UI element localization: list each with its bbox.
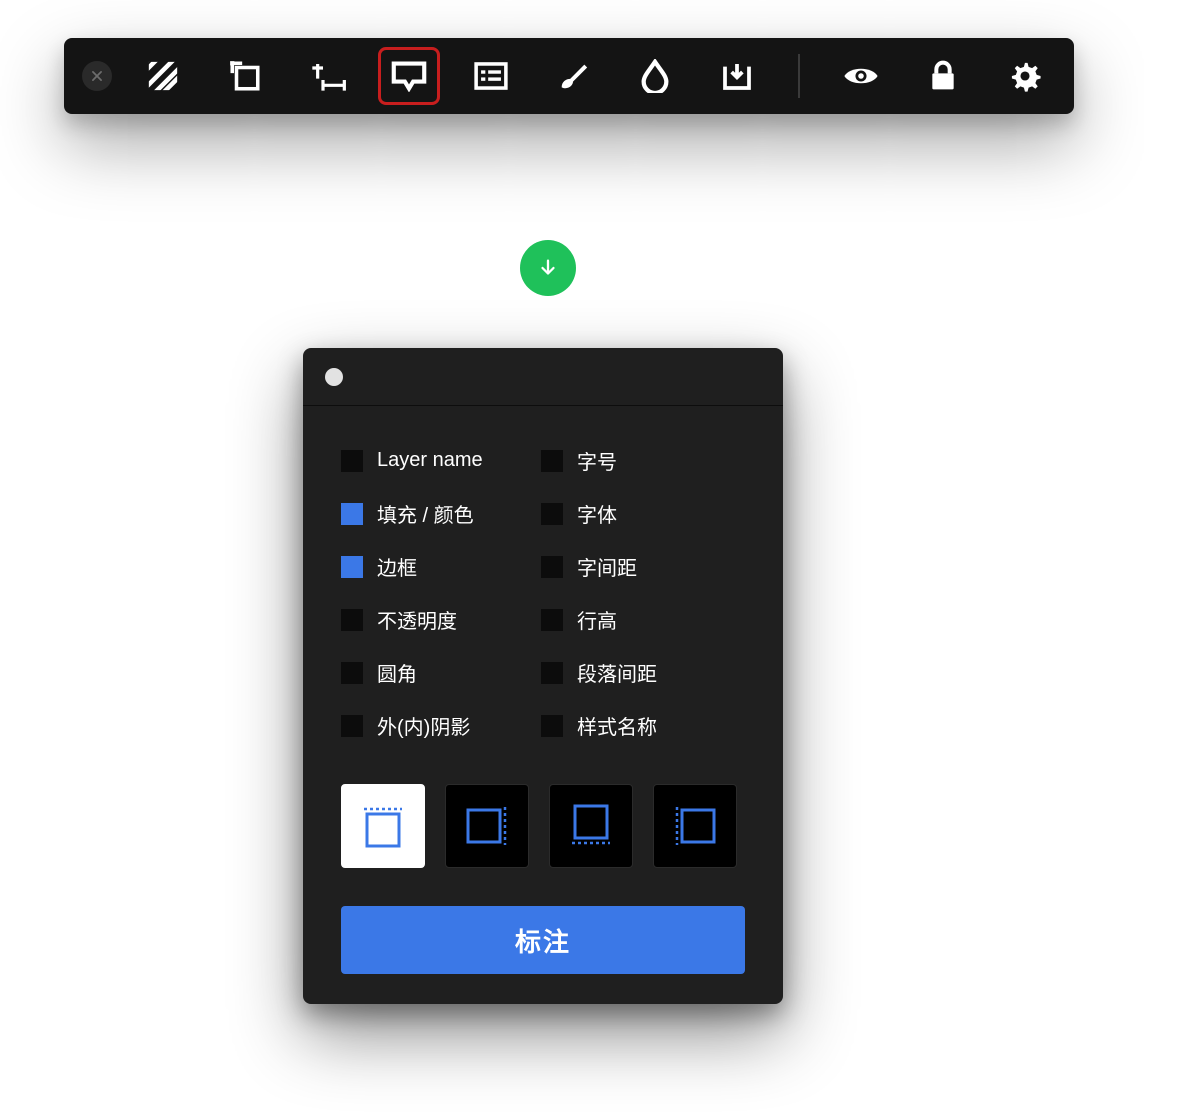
toolbar-btn-download[interactable] [706, 47, 768, 105]
option-opacity[interactable]: 不透明度 [341, 605, 541, 634]
arrow-down-icon [537, 257, 559, 279]
option-label: 字号 [577, 446, 617, 475]
toolbar-divider [798, 54, 800, 98]
toolbar-btn-measure[interactable] [296, 47, 358, 105]
checkbox[interactable] [541, 662, 563, 684]
checkbox[interactable] [341, 450, 363, 472]
option-font-size[interactable]: 字号 [541, 446, 741, 475]
mode-left[interactable] [653, 784, 737, 868]
eye-icon [843, 63, 879, 89]
option-fill-color[interactable]: 填充 / 颜色 [341, 499, 541, 528]
checkbox[interactable] [341, 556, 363, 578]
option-line-height[interactable]: 行高 [541, 605, 741, 634]
position-modes [341, 784, 745, 868]
arrow-down-indicator [520, 240, 576, 296]
option-font[interactable]: 字体 [541, 499, 741, 528]
checkbox[interactable] [541, 450, 563, 472]
annotation-panel: Layer name 字号 填充 / 颜色 字体 边框 字间距 不透明度 行高 … [303, 348, 783, 1004]
gear-icon [1008, 59, 1042, 93]
option-label: 圆角 [377, 658, 417, 687]
mode-bottom[interactable] [549, 784, 633, 868]
option-radius[interactable]: 圆角 [341, 658, 541, 687]
option-label: 行高 [577, 605, 617, 634]
toolbar-btn-annotate[interactable] [378, 47, 440, 105]
option-label: 边框 [377, 552, 417, 581]
option-label: 填充 / 颜色 [377, 499, 474, 528]
mode-bottom-icon [565, 800, 617, 852]
toolbar-btn-brush[interactable] [542, 47, 604, 105]
panel-close-dot[interactable] [325, 368, 343, 386]
mode-top-icon [357, 800, 409, 852]
option-label: 字体 [577, 499, 617, 528]
mode-top[interactable] [341, 784, 425, 868]
toolbar-btn-settings[interactable] [994, 47, 1056, 105]
option-label: 外(内)阴影 [377, 711, 470, 740]
close-button[interactable] [82, 61, 112, 91]
close-icon [90, 69, 104, 83]
toolbar-btn-hatch[interactable] [132, 47, 194, 105]
annotate-button-label: 标注 [515, 922, 571, 959]
toolbar-btn-drop[interactable] [624, 47, 686, 105]
checkbox[interactable] [541, 715, 563, 737]
hatch-icon [146, 59, 180, 93]
measure-icon [307, 59, 347, 93]
annotate-button[interactable]: 标注 [341, 906, 745, 974]
brush-icon [556, 59, 590, 93]
checkbox[interactable] [541, 609, 563, 631]
option-border[interactable]: 边框 [341, 552, 541, 581]
annotate-icon [391, 60, 427, 92]
option-label: 段落间距 [577, 658, 657, 687]
toolbar [64, 38, 1074, 114]
option-label: 不透明度 [377, 605, 457, 634]
checkbox[interactable] [341, 609, 363, 631]
option-letter-spacing[interactable]: 字间距 [541, 552, 741, 581]
toolbar-items [132, 47, 1056, 105]
option-label: 样式名称 [577, 711, 657, 740]
option-style-name[interactable]: 样式名称 [541, 711, 741, 740]
checkbox[interactable] [541, 503, 563, 525]
checkbox[interactable] [341, 503, 363, 525]
lock-icon [929, 60, 957, 92]
toolbar-btn-eye[interactable] [830, 47, 892, 105]
mode-right-icon [461, 800, 513, 852]
panel-body: Layer name 字号 填充 / 颜色 字体 边框 字间距 不透明度 行高 … [303, 406, 783, 1004]
toolbar-btn-lock[interactable] [912, 47, 974, 105]
checkbox[interactable] [341, 715, 363, 737]
option-layer-name[interactable]: Layer name [341, 446, 541, 475]
option-paragraph-spacing[interactable]: 段落间距 [541, 658, 741, 687]
option-label: 字间距 [577, 552, 637, 581]
toolbar-btn-artboard[interactable] [214, 47, 276, 105]
list-icon [474, 61, 508, 91]
drop-icon [640, 59, 670, 93]
checkbox[interactable] [341, 662, 363, 684]
panel-titlebar[interactable] [303, 348, 783, 406]
option-label: Layer name [377, 449, 483, 472]
option-shadow[interactable]: 外(内)阴影 [341, 711, 541, 740]
download-icon [721, 60, 753, 92]
options-grid: Layer name 字号 填充 / 颜色 字体 边框 字间距 不透明度 行高 … [341, 446, 745, 740]
mode-left-icon [669, 800, 721, 852]
toolbar-btn-list[interactable] [460, 47, 522, 105]
checkbox[interactable] [541, 556, 563, 578]
artboard-icon [228, 59, 262, 93]
mode-right[interactable] [445, 784, 529, 868]
